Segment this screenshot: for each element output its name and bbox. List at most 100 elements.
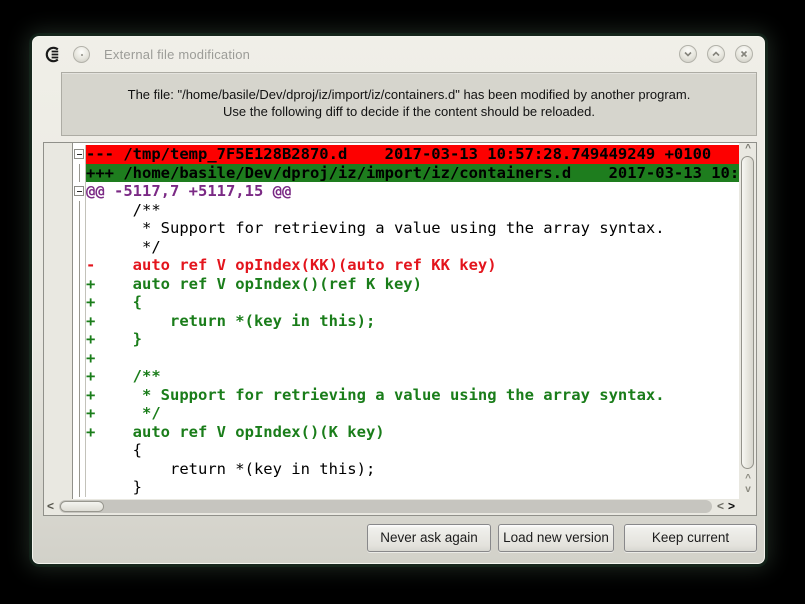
diff-line-text: + auto ref V opIndex()(K key)	[86, 423, 739, 442]
fold-line	[79, 293, 80, 312]
fold-gutter	[73, 164, 86, 183]
fold-gutter	[73, 404, 86, 423]
fold-line	[79, 478, 80, 497]
horizontal-scrollbar[interactable]: < < >	[46, 499, 738, 514]
diff-line: + auto ref V opIndex()(ref K key)	[73, 275, 739, 294]
diff-line-text: +	[86, 349, 739, 368]
vertical-scrollbar[interactable]: ^ ^ v	[739, 143, 757, 499]
maximize-button[interactable]	[707, 45, 725, 63]
diff-line-text: + }	[86, 330, 739, 349]
diff-line-text: + auto ref V opIndex()(ref K key)	[86, 275, 739, 294]
diff-line: return *(key in this);	[73, 460, 739, 479]
fold-gutter	[73, 145, 86, 164]
diff-line: +++ /home/basile/Dev/dproj/iz/import/iz/…	[73, 164, 739, 183]
fold-gutter	[73, 330, 86, 349]
diff-line-text: {	[86, 441, 739, 460]
fold-line	[79, 423, 80, 442]
never-ask-again-button[interactable]: Never ask again	[367, 524, 491, 552]
scroll-left-arrow-icon[interactable]: <	[47, 500, 54, 513]
close-icon	[739, 49, 749, 59]
diff-line: - auto ref V opIndex(KK)(auto ref KK key…	[73, 256, 739, 275]
scroll-up-arrow-icon[interactable]: ^	[739, 144, 757, 154]
external-file-modification-dialog: External file modification	[32, 36, 765, 564]
fold-line	[79, 441, 80, 460]
fold-line	[79, 367, 80, 386]
diff-line-text: + {	[86, 293, 739, 312]
fold-line	[79, 219, 80, 238]
diff-line: + /**	[73, 367, 739, 386]
fold-gutter	[73, 182, 86, 201]
horizontal-scrollbar-thumb[interactable]	[60, 501, 104, 512]
diff-line: {	[73, 441, 739, 460]
fold-gutter	[73, 219, 86, 238]
fold-gutter	[73, 256, 86, 275]
diff-line-text: }	[86, 478, 739, 497]
fold-gutter	[73, 293, 86, 312]
diff-line-text: return *(key in this);	[86, 460, 739, 479]
diff-line: + return *(key in this);	[73, 312, 739, 331]
window-title: External file modification	[104, 47, 250, 62]
minimize-button[interactable]	[679, 45, 697, 63]
load-new-version-button[interactable]: Load new version	[498, 524, 614, 552]
titlebar[interactable]: External file modification	[33, 37, 764, 71]
fold-gutter	[73, 367, 86, 386]
chevron-down-icon	[683, 49, 693, 59]
fold-gutter	[73, 349, 86, 368]
diff-line-text: */	[86, 238, 739, 257]
diff-line: }	[73, 478, 739, 497]
fold-collapse-icon[interactable]	[74, 149, 84, 159]
scroll-down-arrow-icon[interactable]: v	[739, 485, 757, 495]
fold-line	[79, 460, 80, 479]
vertical-scrollbar-thumb[interactable]	[741, 156, 754, 469]
diff-line-text: + */	[86, 404, 739, 423]
fold-line	[79, 349, 80, 368]
window-menu-button[interactable]	[73, 46, 90, 63]
fold-line	[79, 238, 80, 257]
scroll-left-arrow2-icon[interactable]: <	[717, 500, 724, 513]
fold-line	[79, 312, 80, 331]
fold-line	[79, 256, 80, 275]
message-line-2: Use the following diff to decide if the …	[62, 103, 756, 120]
diff-line: + * Support for retrieving a value using…	[73, 386, 739, 405]
diff-line-text: /**	[86, 201, 739, 220]
diff-line-text: - auto ref V opIndex(KK)(auto ref KK key…	[86, 256, 739, 275]
fold-collapse-icon[interactable]	[74, 186, 84, 196]
diff-line: --- /tmp/temp_7F5E128B2870.d 2017-03-13 …	[73, 145, 739, 164]
titlebar-buttons	[679, 45, 753, 63]
fold-line	[79, 275, 80, 294]
scroll-up-arrow2-icon[interactable]: ^	[739, 474, 757, 484]
diff-line: * Support for retrieving a value using t…	[73, 219, 739, 238]
scroll-right-arrow-icon[interactable]: >	[728, 500, 735, 513]
close-button[interactable]	[735, 45, 753, 63]
horizontal-scrollbar-track[interactable]	[59, 500, 712, 513]
message-line-1: The file: "/home/basile/Dev/dproj/iz/imp…	[62, 86, 756, 103]
fold-gutter	[73, 238, 86, 257]
diff-line: @@ -5117,7 +5117,15 @@	[73, 182, 739, 201]
fold-gutter	[73, 478, 86, 497]
keep-current-button[interactable]: Keep current	[624, 524, 757, 552]
fold-gutter	[73, 386, 86, 405]
diff-editor[interactable]: --- /tmp/temp_7F5E128B2870.d 2017-03-13 …	[72, 143, 739, 499]
diff-line: + auto ref V opIndex()(K key)	[73, 423, 739, 442]
fold-gutter	[73, 201, 86, 220]
diff-line: +	[73, 349, 739, 368]
fold-line	[79, 330, 80, 349]
fold-gutter	[73, 441, 86, 460]
diff-line: /**	[73, 201, 739, 220]
diff-panel: --- /tmp/temp_7F5E128B2870.d 2017-03-13 …	[43, 142, 757, 516]
diff-line: + }	[73, 330, 739, 349]
diff-line-text: + return *(key in this);	[86, 312, 739, 331]
diff-line: + {	[73, 293, 739, 312]
diff-line-text: * Support for retrieving a value using t…	[86, 219, 739, 238]
diff-line-text: + * Support for retrieving a value using…	[86, 386, 739, 405]
fold-line	[79, 164, 80, 183]
fold-line	[79, 386, 80, 405]
fold-gutter	[73, 460, 86, 479]
coedit-app-icon	[44, 46, 61, 63]
fold-line	[79, 404, 80, 423]
diff-line-text: +++ /home/basile/Dev/dproj/iz/import/iz/…	[86, 164, 739, 183]
fold-gutter	[73, 275, 86, 294]
diff-line-text: @@ -5117,7 +5117,15 @@	[86, 182, 739, 201]
diff-line-text: --- /tmp/temp_7F5E128B2870.d 2017-03-13 …	[86, 145, 739, 164]
fold-gutter	[73, 312, 86, 331]
